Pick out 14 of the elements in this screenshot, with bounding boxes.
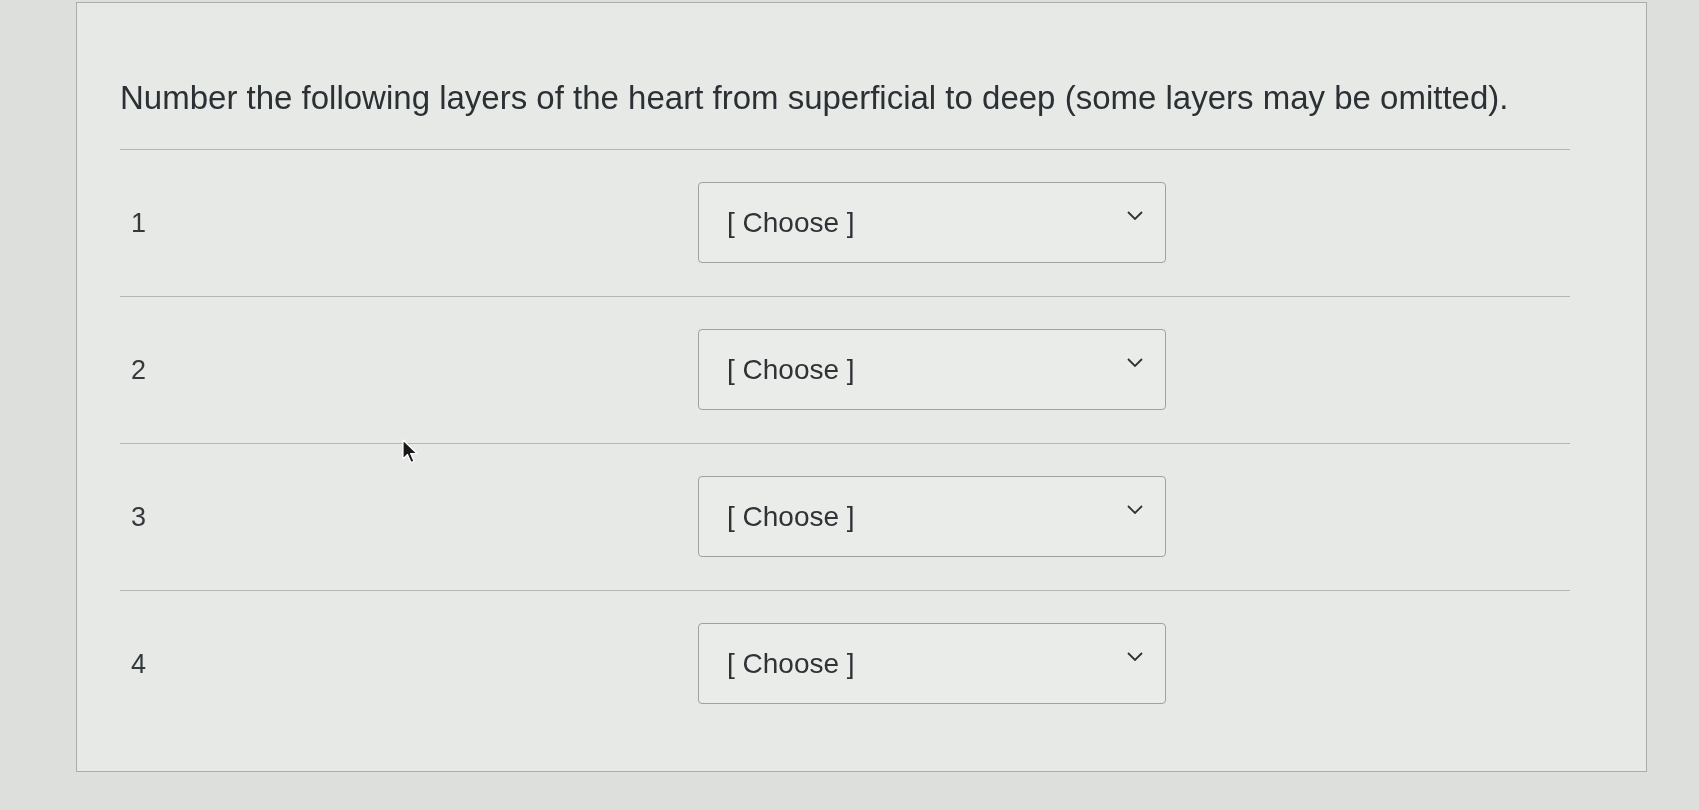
row-number: 1 bbox=[131, 206, 147, 239]
row-number: 4 bbox=[131, 647, 147, 680]
row-number: 2 bbox=[131, 353, 147, 386]
choose-dropdown[interactable]: [ Choose ] bbox=[698, 329, 1166, 410]
choose-dropdown[interactable]: [ Choose ] bbox=[698, 182, 1166, 263]
row-number: 3 bbox=[131, 500, 147, 533]
chevron-down-icon bbox=[1127, 358, 1143, 367]
choose-dropdown[interactable]: [ Choose ] bbox=[698, 476, 1166, 557]
chevron-down-icon bbox=[1127, 505, 1143, 514]
choose-dropdown[interactable]: [ Choose ] bbox=[698, 623, 1166, 704]
chevron-down-icon bbox=[1127, 211, 1143, 220]
mouse-cursor-icon bbox=[402, 439, 419, 464]
question-text: Number the following layers of the heart from superficial to deep (some layers may be omitted). bbox=[120, 79, 1510, 117]
chevron-down-icon bbox=[1127, 652, 1143, 661]
